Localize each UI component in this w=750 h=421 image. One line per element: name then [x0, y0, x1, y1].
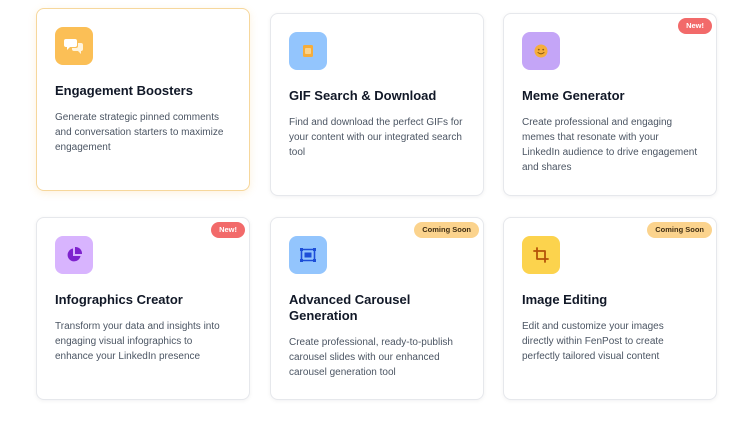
gif-search-card[interactable]: GIF Search & Download Find and download … [270, 13, 484, 196]
image-editing-card[interactable]: Coming Soon Image Editing Edit and custo… [503, 217, 717, 400]
card-description: Transform your data and insights into en… [55, 321, 220, 362]
infographics-creator-card[interactable]: New! Infographics Creator Transform your… [36, 217, 250, 400]
card-description: Find and download the perfect GIFs for y… [289, 117, 463, 158]
meme-generator-card[interactable]: New! Meme Generator Create professional … [503, 13, 717, 196]
coming-soon-badge: Coming Soon [647, 222, 712, 238]
card-description: Create professional, ready-to-publish ca… [289, 337, 453, 378]
card-title: Engagement Boosters [55, 83, 193, 98]
advanced-carousel-card[interactable]: Coming Soon Advanced Carousel Generation… [270, 217, 484, 400]
card-description: Edit and customize your images directly … [522, 321, 664, 362]
card-title: GIF Search & Download [289, 88, 437, 103]
smiley-face-icon [522, 32, 560, 70]
engagement-boosters-card[interactable]: Engagement Boosters Generate strategic p… [36, 8, 250, 191]
new-badge: New! [678, 18, 712, 34]
card-title: Advanced Carousel Generation [289, 292, 411, 323]
card-description: Generate strategic pinned comments and c… [55, 112, 224, 153]
chat-bubbles-icon [55, 27, 93, 65]
pie-chart-icon [55, 236, 93, 274]
new-badge: New! [211, 222, 245, 238]
card-title: Image Editing [522, 292, 608, 307]
carousel-slides-icon [289, 236, 327, 274]
card-description: Create professional and engaging memes t… [522, 117, 698, 173]
card-title: Infographics Creator [55, 292, 183, 307]
card-title: Meme Generator [522, 88, 625, 103]
coming-soon-badge: Coming Soon [414, 222, 479, 238]
gif-image-icon [289, 32, 327, 70]
crop-icon [522, 236, 560, 274]
